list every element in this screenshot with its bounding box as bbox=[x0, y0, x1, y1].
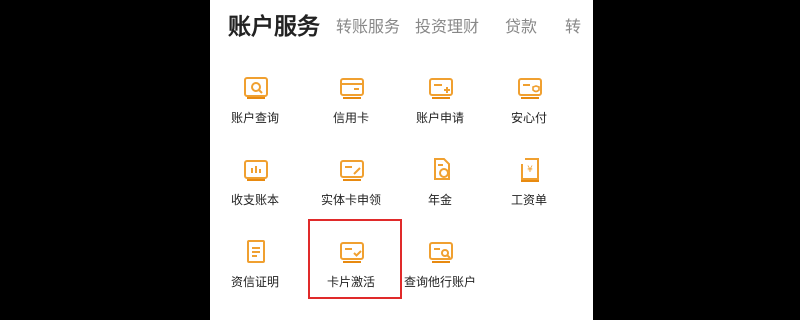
service-label: 工资单 bbox=[510, 193, 547, 207]
other-bank-query-icon bbox=[427, 238, 455, 266]
service-label: 资信证明 bbox=[230, 275, 279, 289]
service-label: 实体卡申领 bbox=[320, 193, 381, 207]
service-label: 账户查询 bbox=[230, 111, 279, 125]
account-query-icon bbox=[242, 74, 270, 102]
service-label: 账户申请 bbox=[415, 111, 464, 125]
tab-account-services[interactable]: 账户服务 bbox=[228, 12, 320, 42]
service-account-query[interactable]: 账户查询 bbox=[210, 66, 300, 146]
tab-investment[interactable]: 投资理财 bbox=[415, 16, 479, 38]
ledger-icon bbox=[242, 156, 270, 184]
service-physical-card[interactable]: 实体卡申领 bbox=[306, 148, 396, 228]
service-credit-certificate[interactable]: 资信证明 bbox=[210, 230, 300, 310]
service-label: 安心付 bbox=[510, 111, 547, 125]
service-label: 收支账本 bbox=[230, 193, 279, 207]
annuity-icon bbox=[427, 156, 455, 184]
tab-transfer-services[interactable]: 转账服务 bbox=[336, 16, 400, 38]
service-label: 信用卡 bbox=[332, 111, 369, 125]
secure-pay-icon bbox=[516, 74, 544, 102]
service-ledger[interactable]: 收支账本 bbox=[210, 148, 300, 228]
service-credit-card[interactable]: 信用卡 bbox=[306, 66, 396, 146]
service-tab-bar: 账户服务 转账服务 投资理财 贷款 转 bbox=[210, 0, 593, 56]
service-payslip[interactable]: ¥ 工资单 bbox=[484, 148, 574, 228]
payslip-icon: ¥ bbox=[516, 156, 544, 184]
tab-loans[interactable]: 贷款 bbox=[505, 16, 537, 38]
service-label: 年金 bbox=[427, 193, 452, 207]
service-annuity[interactable]: 年金 bbox=[395, 148, 485, 228]
service-account-apply[interactable]: 账户申请 bbox=[395, 66, 485, 146]
service-label: 查询他行账户 bbox=[403, 275, 476, 289]
credit-certificate-icon bbox=[242, 238, 270, 266]
credit-card-icon bbox=[338, 74, 366, 102]
svg-text:¥: ¥ bbox=[527, 165, 533, 175]
service-secure-pay[interactable]: 安心付 bbox=[484, 66, 574, 146]
phone-screen: 账户服务 转账服务 投资理财 贷款 转 账户查询 信用卡 账户申请 安心付 收支… bbox=[210, 0, 593, 320]
physical-card-icon bbox=[338, 156, 366, 184]
highlight-box bbox=[308, 219, 402, 299]
account-apply-icon bbox=[427, 74, 455, 102]
tab-more-partial[interactable]: 转 bbox=[565, 16, 581, 38]
service-other-bank-query[interactable]: 查询他行账户 bbox=[395, 230, 485, 310]
